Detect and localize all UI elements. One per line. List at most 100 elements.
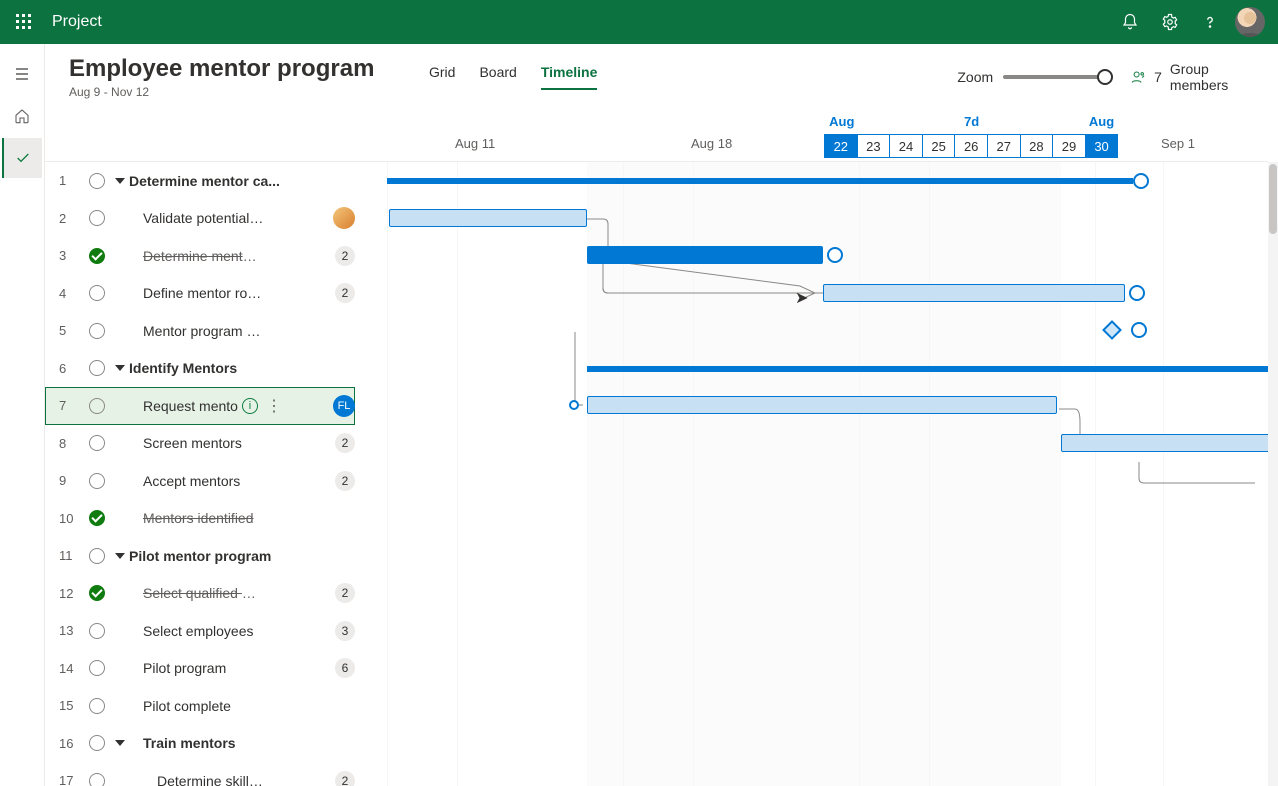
task-row[interactable]: 6Identify Mentors xyxy=(45,350,355,388)
selection-day-cell[interactable]: 25 xyxy=(922,134,956,158)
expand-collapse-icon[interactable] xyxy=(115,740,125,746)
task-row[interactable]: 10Mentors identified xyxy=(45,500,355,538)
task-status-checkbox[interactable] xyxy=(89,773,105,786)
vertical-scrollbar[interactable] xyxy=(1268,162,1278,786)
task-status-checkbox[interactable] xyxy=(89,735,105,751)
app-title: Project xyxy=(52,13,102,31)
user-avatar[interactable] xyxy=(1230,2,1270,42)
task-row[interactable]: 3Determine mentor q...2 xyxy=(45,237,355,275)
assignee-avatar[interactable] xyxy=(333,207,355,229)
task-row-number: 12 xyxy=(59,586,83,601)
task-bar-row8[interactable] xyxy=(1061,434,1268,452)
task-row[interactable]: 2Validate potential jo... xyxy=(45,200,355,238)
selection-day-cell[interactable]: 22 xyxy=(824,134,858,158)
expand-collapse-icon[interactable] xyxy=(115,365,125,371)
task-row-number: 4 xyxy=(59,286,83,301)
assignee-count-badge[interactable]: 2 xyxy=(335,283,355,303)
task-bar-row7[interactable] xyxy=(587,396,1057,414)
task-row[interactable]: 14Pilot program6 xyxy=(45,650,355,688)
hamburger-icon[interactable] xyxy=(2,54,42,94)
task-row[interactable]: 11Pilot mentor program xyxy=(45,537,355,575)
assignee-count-badge[interactable]: 6 xyxy=(335,658,355,678)
task-status-checkbox[interactable] xyxy=(89,210,105,226)
project-title: Employee mentor program xyxy=(69,55,389,83)
task-status-checkbox[interactable] xyxy=(89,510,105,526)
summary-bar-row6[interactable] xyxy=(587,366,1268,372)
task-bar-row3[interactable] xyxy=(587,246,823,264)
task-status-checkbox[interactable] xyxy=(89,435,105,451)
assignee-initials-badge[interactable]: FL xyxy=(333,395,355,417)
task-row[interactable]: 9Accept mentors2 xyxy=(45,462,355,500)
milestone-circle-row5[interactable] xyxy=(1131,322,1147,338)
task-row[interactable]: 4 Define mentor roles ... 2 xyxy=(45,275,355,313)
selection-day-cell[interactable]: 28 xyxy=(1020,134,1054,158)
task-bar-row2[interactable] xyxy=(389,209,587,227)
milestone-circle-row4[interactable] xyxy=(1129,285,1145,301)
zoom-slider[interactable] xyxy=(1003,75,1107,79)
task-row[interactable]: 12Select qualified men...2 xyxy=(45,575,355,613)
tab-grid[interactable]: Grid xyxy=(429,64,455,90)
task-list: 1Determine mentor ca...2Validate potenti… xyxy=(45,162,355,786)
task-row[interactable]: 15Pilot complete xyxy=(45,687,355,725)
task-row[interactable]: 1Determine mentor ca... xyxy=(45,162,355,200)
selection-day-cell[interactable]: 24 xyxy=(889,134,923,158)
task-row[interactable]: 7Request mentoi⋮FL xyxy=(45,387,355,425)
task-name: Define mentor roles ... xyxy=(129,285,264,301)
tab-board[interactable]: Board xyxy=(479,64,516,90)
notifications-icon[interactable] xyxy=(1110,2,1150,42)
task-bar-row4[interactable] xyxy=(823,284,1125,302)
task-status-checkbox[interactable] xyxy=(89,623,105,639)
selection-day-cell[interactable]: 27 xyxy=(987,134,1021,158)
group-members[interactable]: 7 Group members xyxy=(1131,61,1254,93)
gantt-chart[interactable]: ➤ xyxy=(355,162,1268,786)
selection-day-cell[interactable]: 26 xyxy=(954,134,988,158)
task-status-checkbox[interactable] xyxy=(89,360,105,376)
summary-bar-row1[interactable] xyxy=(387,178,1133,184)
tasks-nav-icon[interactable] xyxy=(2,138,42,178)
task-row[interactable]: 17Determine skills g...2 xyxy=(45,762,355,786)
selection-day-cell[interactable]: 29 xyxy=(1052,134,1086,158)
task-start-dot-row7[interactable] xyxy=(569,400,579,410)
task-status-checkbox[interactable] xyxy=(89,398,105,414)
task-row[interactable]: 8Screen mentors2 xyxy=(45,425,355,463)
selection-day-cell[interactable]: 23 xyxy=(857,134,891,158)
more-options-icon[interactable]: ⋮ xyxy=(266,396,281,416)
expand-collapse-icon[interactable] xyxy=(115,178,125,184)
task-status-checkbox[interactable] xyxy=(89,248,105,264)
task-status-checkbox[interactable] xyxy=(89,585,105,601)
task-name: Mentor program def... xyxy=(129,323,264,339)
assignee-count-badge[interactable]: 2 xyxy=(335,583,355,603)
task-status-checkbox[interactable] xyxy=(89,323,105,339)
task-status-checkbox[interactable] xyxy=(89,473,105,489)
assignee-count-badge[interactable]: 2 xyxy=(335,246,355,266)
vertical-scrollbar-thumb[interactable] xyxy=(1269,164,1277,234)
task-row[interactable]: 13Select employees3 xyxy=(45,612,355,650)
assignee-count-badge[interactable]: 2 xyxy=(335,471,355,491)
selection-day-cell[interactable]: 30 xyxy=(1085,134,1119,158)
waffle-icon[interactable] xyxy=(8,6,40,38)
task-row[interactable]: 16Train mentors xyxy=(45,725,355,763)
tab-timeline[interactable]: Timeline xyxy=(541,64,598,90)
assignee-count-badge[interactable]: 2 xyxy=(335,771,355,786)
zoom-slider-thumb[interactable] xyxy=(1097,69,1113,85)
project-daterange: Aug 9 - Nov 12 xyxy=(69,85,389,99)
task-row[interactable]: 5Mentor program def... xyxy=(45,312,355,350)
assignee-count-badge[interactable]: 2 xyxy=(335,433,355,453)
task-status-checkbox[interactable] xyxy=(89,173,105,189)
help-icon[interactable] xyxy=(1190,2,1230,42)
task-status-checkbox[interactable] xyxy=(89,660,105,676)
zoom-label: Zoom xyxy=(957,69,993,85)
task-status-checkbox[interactable] xyxy=(89,698,105,714)
settings-icon[interactable] xyxy=(1150,2,1190,42)
task-status-checkbox[interactable] xyxy=(89,285,105,301)
info-icon[interactable]: i xyxy=(242,398,258,414)
group-label: Group members xyxy=(1170,61,1254,93)
home-icon[interactable] xyxy=(2,96,42,136)
milestone-circle-row1[interactable] xyxy=(1133,173,1149,189)
expand-collapse-icon[interactable] xyxy=(115,553,125,559)
milestone-circle-row3[interactable] xyxy=(827,247,843,263)
task-status-checkbox[interactable] xyxy=(89,548,105,564)
timeline-selection[interactable]: Aug 7d Aug 222324252627282930 xyxy=(825,114,1118,158)
date-major-aug18: Aug 18 xyxy=(691,136,732,151)
assignee-count-badge[interactable]: 3 xyxy=(335,621,355,641)
